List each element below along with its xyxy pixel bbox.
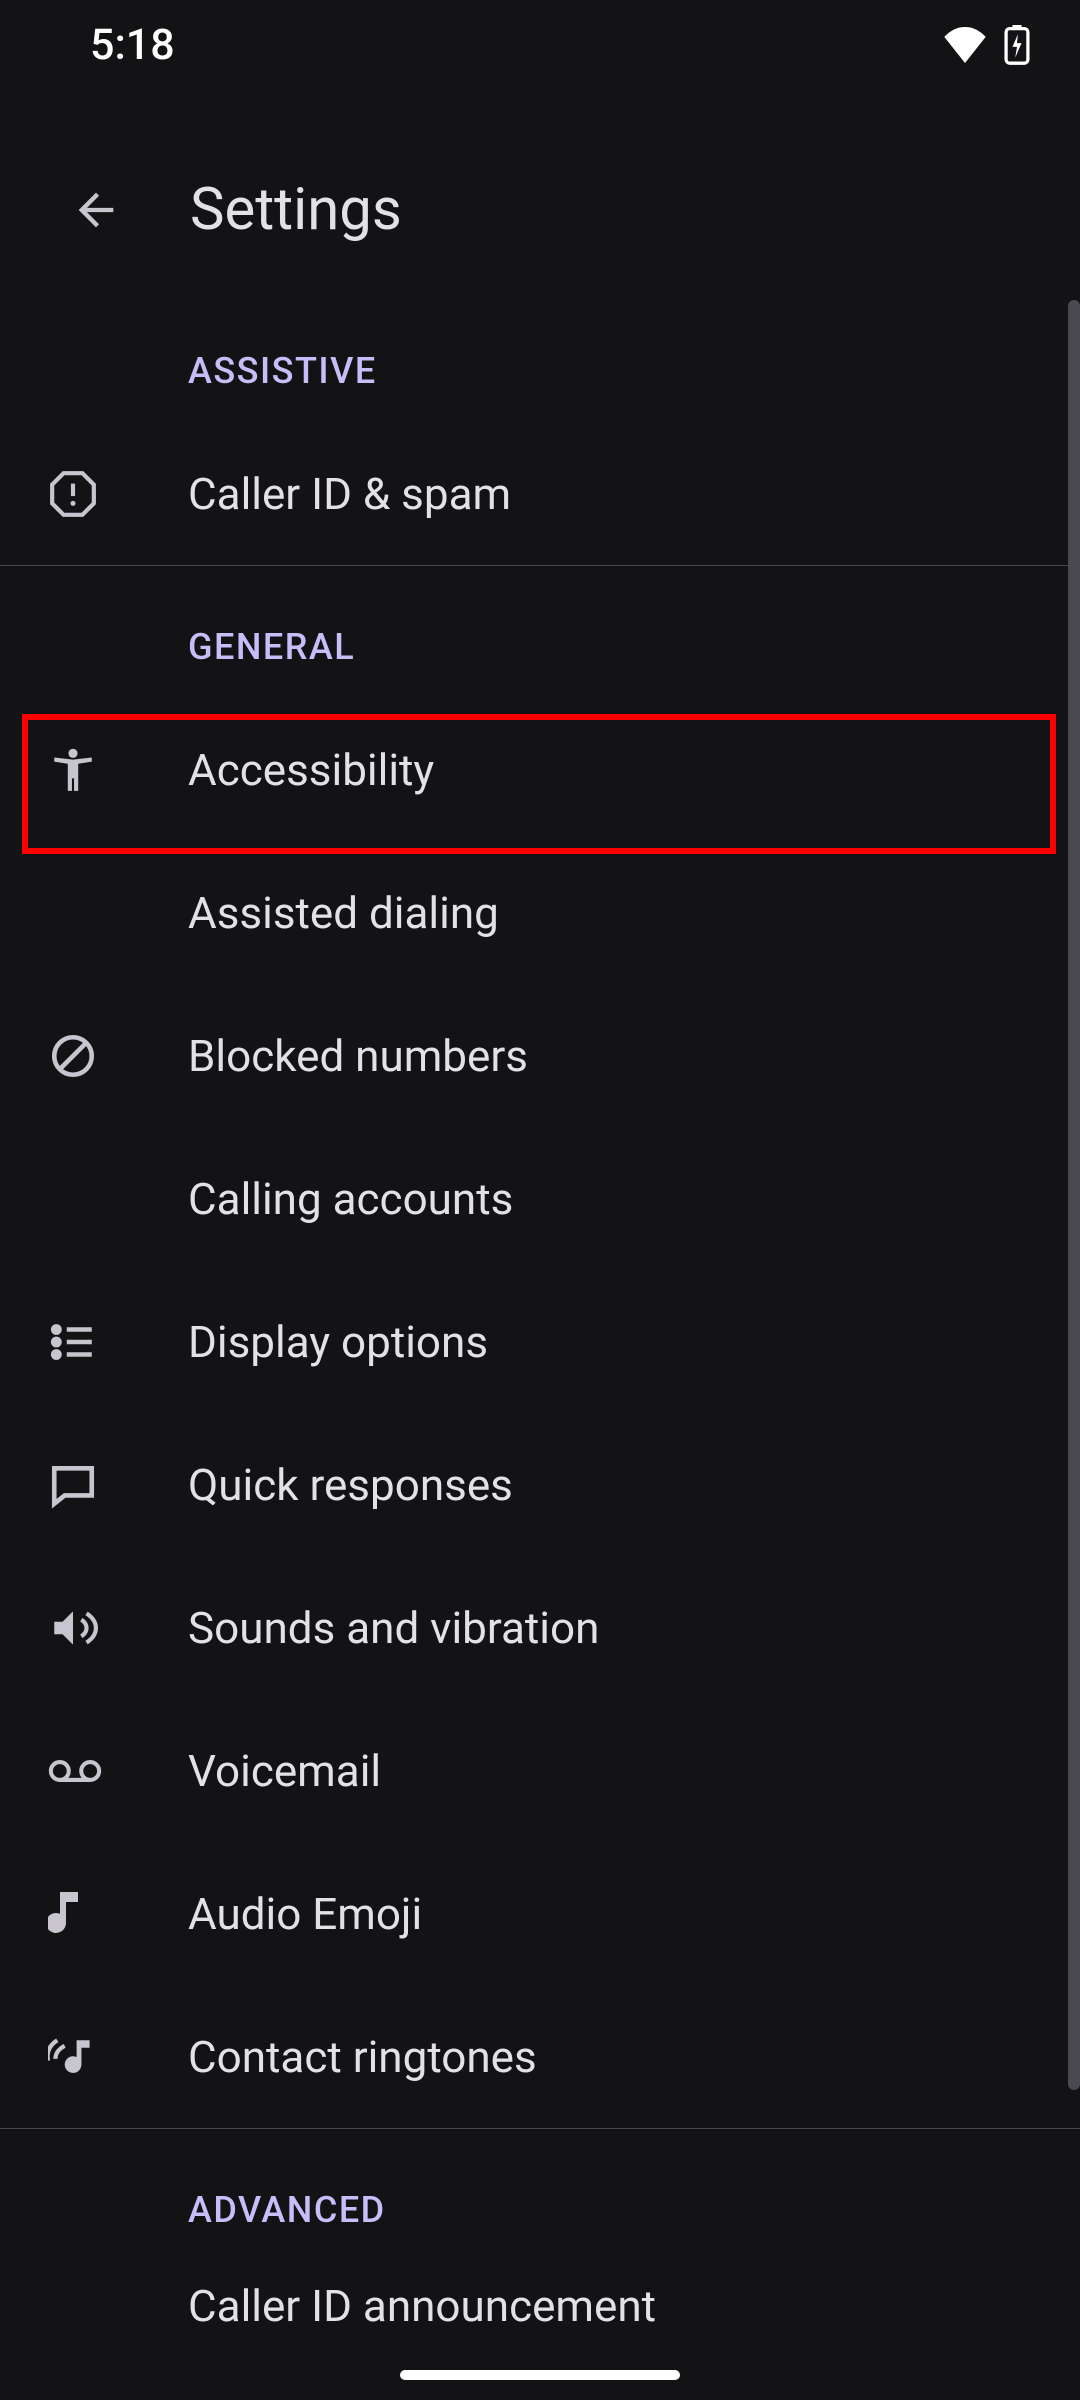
list-item-label: Sounds and vibration — [188, 1602, 599, 1654]
list-item-label: Voicemail — [188, 1745, 381, 1797]
page-title: Settings — [190, 176, 402, 244]
wifi-icon — [942, 27, 988, 63]
item-voicemail[interactable]: Voicemail — [0, 1699, 1080, 1842]
home-indicator[interactable] — [400, 2370, 680, 2380]
arrow-back-icon — [70, 184, 122, 236]
list-item-label: Display options — [188, 1316, 488, 1368]
section-header-assistive: ASSISTIVE — [0, 290, 1080, 422]
status-icons — [942, 25, 1030, 65]
list-item-label: Assisted dialing — [188, 887, 499, 939]
volume-icon — [48, 1603, 188, 1653]
status-bar: 5:18 — [0, 0, 1080, 90]
item-contact-ringtones[interactable]: Contact ringtones — [0, 1985, 1080, 2128]
list-item-label: Caller ID announcement — [188, 2280, 656, 2332]
list-item-label: Audio Emoji — [188, 1888, 422, 1940]
item-accessibility[interactable]: Accessibility — [0, 698, 1080, 841]
accessibility-icon — [48, 745, 188, 795]
item-assisted-dialing[interactable]: Assisted dialing — [0, 841, 1080, 984]
battery-icon — [1004, 25, 1030, 65]
list-item-label: Calling accounts — [188, 1173, 513, 1225]
ringtone-icon — [48, 2035, 188, 2079]
item-caller-id-spam[interactable]: Caller ID & spam — [0, 422, 1080, 565]
chat-icon — [48, 1460, 188, 1510]
list-icon — [48, 1317, 188, 1367]
item-calling-accounts[interactable]: Calling accounts — [0, 1127, 1080, 1270]
list-item-label: Contact ringtones — [188, 2031, 537, 2083]
settings-content: ASSISTIVE Caller ID & spam GENERAL Acces… — [0, 290, 1080, 2400]
item-sounds-vibration[interactable]: Sounds and vibration — [0, 1556, 1080, 1699]
item-blocked-numbers[interactable]: Blocked numbers — [0, 984, 1080, 1127]
item-caller-id-announcement[interactable]: Caller ID announcement — [0, 2261, 1080, 2351]
item-audio-emoji[interactable]: Audio Emoji — [0, 1842, 1080, 1985]
section-header-general: GENERAL — [0, 566, 1080, 698]
block-icon — [48, 1031, 188, 1081]
alert-octagon-icon — [48, 469, 188, 519]
music-note-icon — [48, 1888, 188, 1940]
list-item-label: Quick responses — [188, 1459, 513, 1511]
list-item-label: Caller ID & spam — [188, 468, 511, 520]
list-item-label: Blocked numbers — [188, 1030, 528, 1082]
list-item-label: Accessibility — [188, 744, 434, 796]
status-time: 5:18 — [90, 20, 175, 70]
back-button[interactable] — [48, 162, 144, 258]
item-display-options[interactable]: Display options — [0, 1270, 1080, 1413]
app-header: Settings — [0, 140, 1080, 280]
item-quick-responses[interactable]: Quick responses — [0, 1413, 1080, 1556]
voicemail-icon — [48, 1756, 188, 1786]
scrollbar-thumb[interactable] — [1068, 300, 1080, 2090]
section-header-advanced: ADVANCED — [0, 2129, 1080, 2261]
